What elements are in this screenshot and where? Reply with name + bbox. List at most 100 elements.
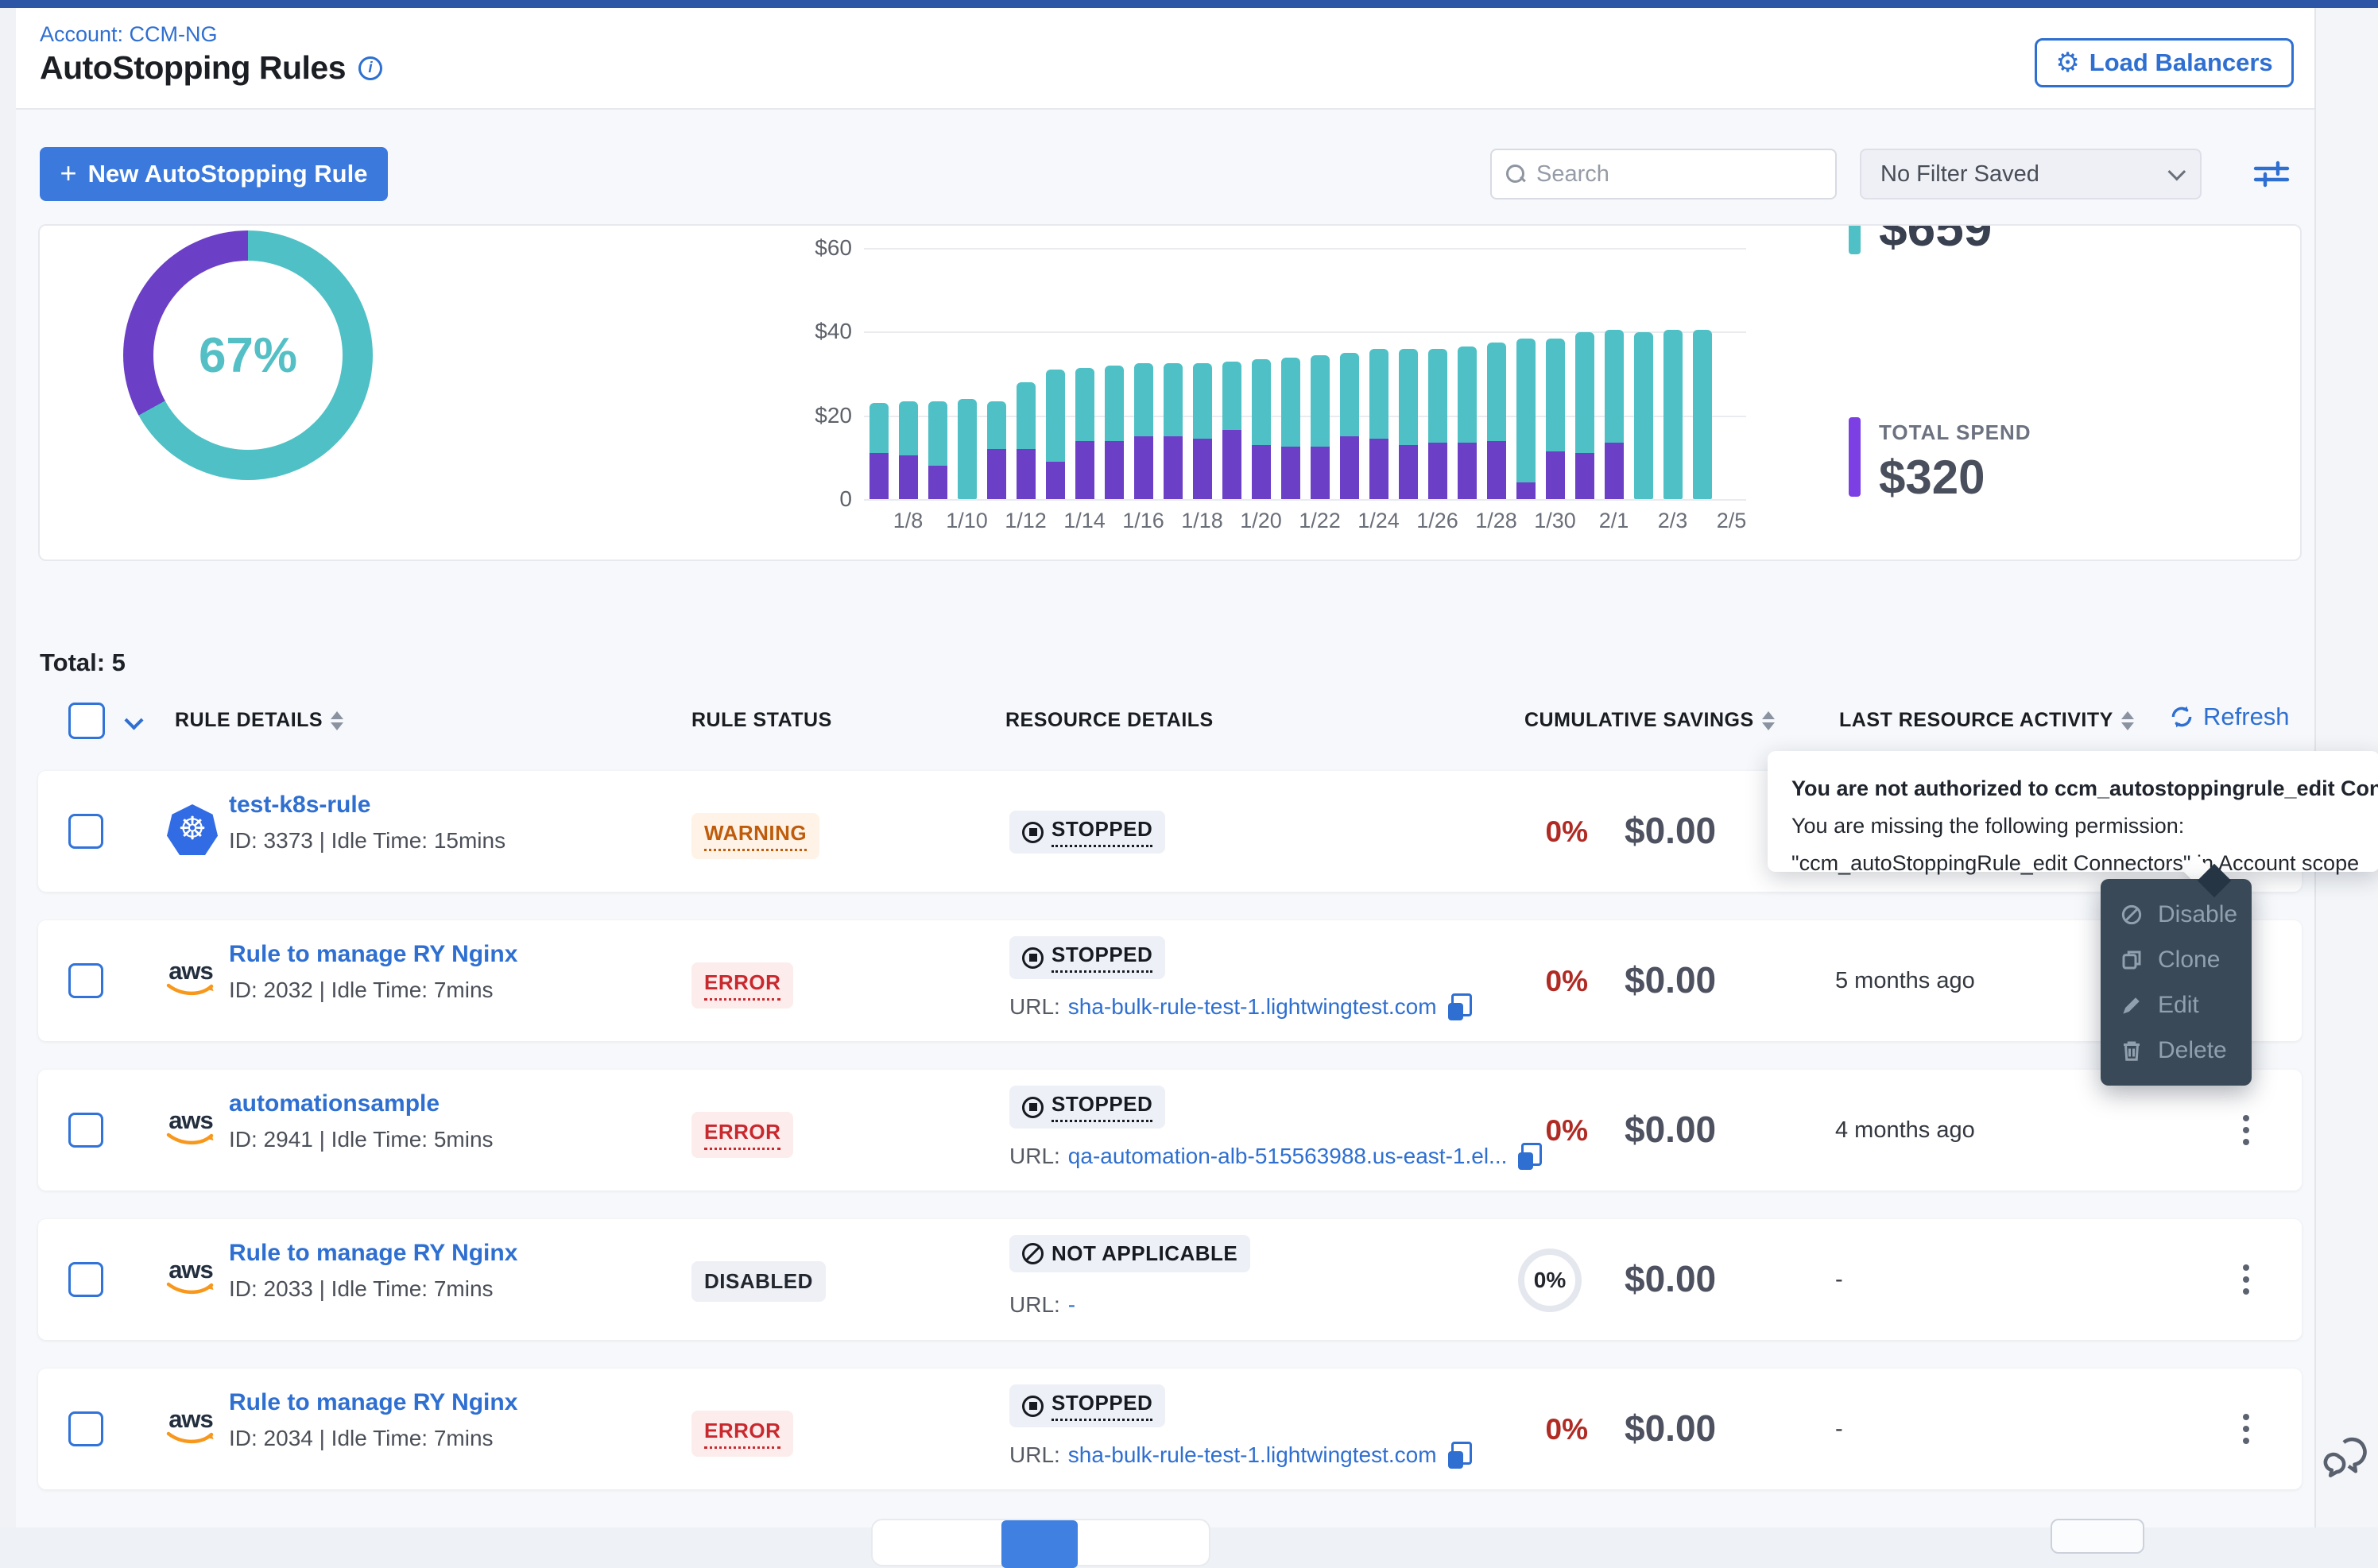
aws-icon: aws <box>162 1108 219 1151</box>
new-autostopping-rule-button[interactable]: + New AutoStopping Rule <box>40 147 388 201</box>
row-checkbox[interactable] <box>68 814 103 849</box>
resource-state-badge[interactable]: STOPPED <box>1009 811 1165 854</box>
load-balancers-button[interactable]: ⚙ Load Balancers <box>2035 38 2294 87</box>
total-spend-label: TOTAL SPEND <box>1879 420 2031 445</box>
bar-1/13 <box>1040 249 1070 499</box>
clone-icon <box>2120 948 2144 972</box>
table-row: aws Rule to manage RY Nginx ID: 2034 | I… <box>38 1369 2302 1489</box>
resource-state-badge[interactable]: NOT APPLICABLE <box>1009 1235 1250 1272</box>
gear-icon: ⚙ <box>2055 49 2079 76</box>
bar-1/23 <box>1334 249 1364 499</box>
bottom-right-button[interactable] <box>2051 1519 2144 1554</box>
y-tick-0: 0 <box>780 486 852 512</box>
edit-icon <box>2120 993 2144 1017</box>
bar-1/22 <box>1305 249 1334 499</box>
savings-amount: $0.00 <box>1625 1407 1716 1450</box>
status-badge: WARNING <box>691 813 819 859</box>
row-options-menu-icon[interactable] <box>2230 1407 2262 1451</box>
savings-indicator-bar <box>1849 224 1861 254</box>
aws-icon: aws <box>162 958 219 1001</box>
donut-percentage-label: 67% <box>123 230 373 480</box>
menu-item-clone[interactable]: Clone <box>2101 947 2252 974</box>
last-activity: - <box>1835 1416 1843 1442</box>
row-options-menu-icon[interactable] <box>2230 1257 2262 1302</box>
column-resource-details: RESOURCE DETAILS <box>1005 709 1214 732</box>
menu-item-edit[interactable]: Edit <box>2101 992 2252 1019</box>
sort-icon[interactable] <box>1762 711 1775 730</box>
select-all-checkbox[interactable] <box>68 703 105 739</box>
row-options-menu-icon[interactable] <box>2230 1108 2262 1152</box>
search-box[interactable] <box>1490 149 1837 199</box>
not-applicable-icon <box>1022 1243 1044 1264</box>
rule-name-link[interactable]: Rule to manage RY Nginx <box>229 941 517 968</box>
x-tick-1/8: 1/8 <box>893 509 924 533</box>
last-activity: 5 months ago <box>1835 968 1975 994</box>
row-checkbox[interactable] <box>68 1262 103 1297</box>
url-prefix: URL: <box>1009 1144 1060 1169</box>
rule-name-link[interactable]: Rule to manage RY Nginx <box>229 1389 517 1416</box>
savings-percentage-ring: 0% <box>1518 1249 1582 1312</box>
url-prefix: URL: <box>1009 1292 1060 1318</box>
rule-name-link[interactable]: automationsample <box>229 1090 440 1117</box>
y-tick-60: $60 <box>780 235 852 261</box>
chat-icon[interactable] <box>2322 1435 2372 1483</box>
copy-icon[interactable] <box>1448 1442 1472 1469</box>
bar-plot <box>864 249 1746 499</box>
row-checkbox[interactable] <box>68 1411 103 1446</box>
bulk-select-chevron-icon[interactable] <box>124 710 143 730</box>
rule-name-link[interactable]: test-k8s-rule <box>229 792 370 819</box>
search-input[interactable] <box>1536 161 1821 188</box>
url-prefix: URL: <box>1009 994 1060 1020</box>
bar-1/7 <box>864 249 893 499</box>
resource-url-link[interactable]: sha-bulk-rule-test-1.lightwingtest.com <box>1068 1442 1437 1468</box>
sort-icon[interactable] <box>2121 711 2134 730</box>
filter-settings-icon[interactable] <box>2251 153 2292 195</box>
table-row: aws Rule to manage RY Nginx ID: 2032 | I… <box>38 920 2302 1041</box>
bar-1/19 <box>1217 249 1246 499</box>
row-checkbox[interactable] <box>68 1113 103 1148</box>
column-rule-status: RULE STATUS <box>691 709 832 732</box>
aws-icon: aws <box>162 1257 219 1300</box>
chevron-down-icon <box>2168 163 2186 181</box>
disable-icon <box>2120 903 2144 927</box>
bar-1/26 <box>1423 249 1452 499</box>
resource-url-link[interactable]: qa-automation-alb-515563988.us-east-1.el… <box>1068 1144 1508 1169</box>
sort-icon[interactable] <box>331 711 343 730</box>
rule-name-link[interactable]: Rule to manage RY Nginx <box>229 1240 517 1267</box>
row-checkbox[interactable] <box>68 963 103 998</box>
resource-state-badge[interactable]: STOPPED <box>1009 1086 1165 1129</box>
column-last-resource-activity: LAST RESOURCE ACTIVITY <box>1839 709 2134 732</box>
active-page-button[interactable] <box>1001 1520 1078 1568</box>
page-header: Account: CCM-NG AutoStopping Rules i ⚙ L… <box>16 8 2314 110</box>
gridline-0 <box>864 499 1746 501</box>
resource-url-link[interactable]: - <box>1068 1292 1075 1318</box>
savings-percentage: 0% <box>1493 815 1588 849</box>
bar-2/3 <box>1658 249 1687 499</box>
copy-icon[interactable] <box>1448 993 1472 1020</box>
account-breadcrumb[interactable]: Account: CCM-NG <box>40 22 218 47</box>
total-savings-value: $659 <box>1879 224 1992 257</box>
x-tick-2/3: 2/3 <box>1658 509 1688 533</box>
info-icon[interactable]: i <box>358 56 382 80</box>
saved-filter-dropdown[interactable]: No Filter Saved <box>1860 149 2202 199</box>
resource-state-badge[interactable]: STOPPED <box>1009 936 1165 979</box>
bar-1/15 <box>1099 249 1129 499</box>
last-activity: 4 months ago <box>1835 1117 1975 1144</box>
savings-amount: $0.00 <box>1625 809 1716 852</box>
total-spend-value: $320 <box>1879 450 1985 505</box>
stopped-icon <box>1022 1396 1044 1417</box>
rule-meta: ID: 3373 | Idle Time: 15mins <box>229 828 505 854</box>
x-tick-1/24: 1/24 <box>1357 509 1400 533</box>
bar-1/17 <box>1158 249 1187 499</box>
resource-url-link[interactable]: sha-bulk-rule-test-1.lightwingtest.com <box>1068 994 1437 1020</box>
menu-item-delete[interactable]: Delete <box>2101 1037 2252 1064</box>
url-prefix: URL: <box>1009 1442 1060 1468</box>
delete-icon <box>2120 1039 2144 1063</box>
menu-item-disable[interactable]: Disable <box>2101 901 2252 928</box>
refresh-button[interactable]: Refresh <box>2168 703 2290 731</box>
resource-state-badge[interactable]: STOPPED <box>1009 1384 1165 1427</box>
pagination-bar[interactable] <box>871 1519 1210 1566</box>
bar-1/24 <box>1364 249 1393 499</box>
savings-amount: $0.00 <box>1625 1257 1716 1300</box>
bar-1/29 <box>1511 249 1540 499</box>
